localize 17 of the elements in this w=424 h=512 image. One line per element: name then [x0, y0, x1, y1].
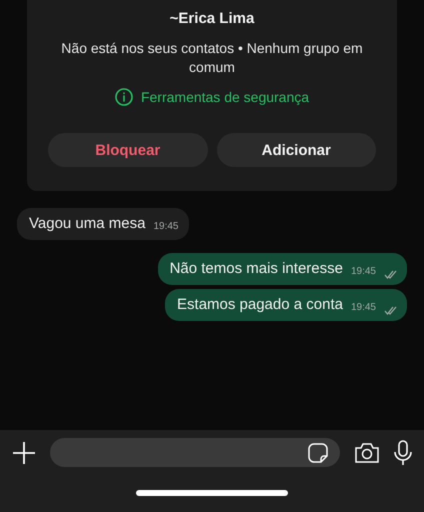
block-button[interactable]: Bloquear [48, 133, 208, 167]
plus-icon[interactable] [12, 440, 36, 464]
message-time: 19:45 [350, 301, 376, 315]
microphone-icon[interactable] [394, 440, 412, 466]
message-text: Estamos pagado a conta [177, 295, 343, 315]
contact-info: Não está nos seus contatos • Nenhum grupo em comum [60, 39, 364, 77]
message-input-field[interactable] [50, 438, 340, 467]
message-time: 19:45 [153, 220, 178, 234]
sticker-icon[interactable] [308, 442, 328, 462]
add-button[interactable]: Adicionar [216, 133, 376, 167]
contact-name: ~Erica Lima [170, 10, 254, 27]
camera-icon[interactable] [354, 442, 380, 464]
message-text: Não temos mais interesse [170, 259, 343, 279]
message-time: 19:45 [350, 265, 376, 279]
info-icon [114, 88, 133, 106]
safety-tools-link[interactable]: Ferramentas de segurança [140, 89, 310, 105]
message-text: Vagou uma mesa [29, 214, 146, 234]
